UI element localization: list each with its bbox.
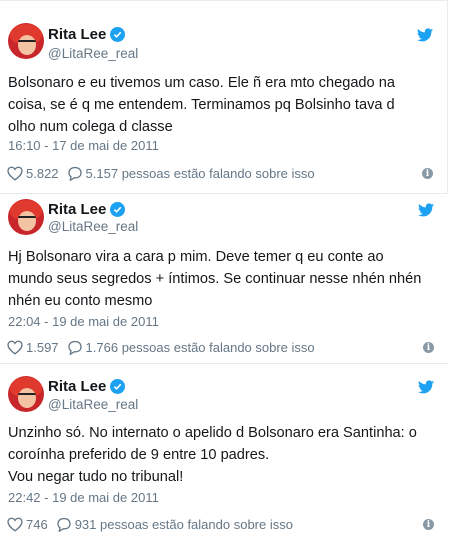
speech-bubble-icon (67, 166, 82, 181)
heart-icon (7, 166, 23, 181)
tweet-text-line: Vou negar tudo no tribunal! (8, 469, 184, 485)
author-handle[interactable]: @LitaRee_real (48, 219, 138, 234)
tweet-actions: 5.822 5.157 pessoas estão falando sobre … (7, 166, 433, 181)
author-name[interactable]: Rita Lee (48, 201, 106, 218)
tweet-feed: Rita Lee @LitaRee_real Bolsonaro e eu ti… (0, 0, 450, 554)
heart-icon (7, 340, 23, 355)
tweet-text: Hj Bolsonaro vira a cara p mim. Deve tem… (8, 246, 440, 312)
tweet-text-line: Unzinho só. No internato o apelido d Bol… (8, 425, 417, 441)
author-name[interactable]: Rita Lee (48, 378, 106, 395)
author-name[interactable]: Rita Lee (48, 26, 106, 43)
tweet-timestamp[interactable]: 22:42 - 19 de mai de 2011 (8, 490, 159, 505)
author-handle[interactable]: @LitaRee_real (48, 397, 138, 412)
tweet-actions: 746 931 pessoas estão falando sobre isso… (7, 517, 434, 532)
speech-bubble-icon (57, 517, 71, 532)
info-icon[interactable]: i (422, 168, 433, 179)
like-count: 746 (26, 517, 48, 532)
like-count: 1.597 (26, 340, 59, 355)
avatar[interactable] (8, 23, 44, 59)
tweet-text-line: mundo seus segredos + íntimos. Se contin… (8, 271, 422, 287)
tweet-timestamp[interactable]: 16:10 - 17 de mai de 2011 (8, 138, 159, 153)
heart-icon (7, 517, 23, 532)
tweet-text-line: coroínha preferido de 9 entre 10 padres. (8, 447, 270, 463)
info-icon[interactable]: i (423, 342, 434, 353)
twitter-bird-icon[interactable] (418, 380, 434, 394)
conversation-count: 931 pessoas estão falando sobre isso (74, 517, 293, 532)
tweet-card[interactable]: Rita Lee @LitaRee_real Bolsonaro e eu ti… (0, 0, 448, 193)
twitter-bird-icon[interactable] (418, 203, 434, 217)
tweet-card[interactable]: Rita Lee @LitaRee_real Hj Bolsonaro vira… (0, 193, 448, 363)
tweet-text: Unzinho só. No internato o apelido d Bol… (8, 422, 440, 488)
reply-button[interactable]: 1.766 pessoas estão falando sobre isso (67, 340, 315, 355)
tweet-text-line: Bolsonaro e eu tivemos um caso. Ele ñ er… (8, 75, 395, 91)
tweet-card[interactable]: Rita Lee @LitaRee_real Unzinho só. No in… (0, 363, 448, 554)
tweet-text-line: Hj Bolsonaro vira a cara p mim. Deve tem… (8, 249, 384, 265)
tweet-text-line: nhén eu conto mesmo (8, 293, 153, 309)
like-button[interactable]: 1.597 (7, 340, 59, 355)
avatar[interactable] (8, 199, 44, 235)
tweet-timestamp[interactable]: 22:04 - 19 de mai de 2011 (8, 314, 159, 329)
reply-button[interactable]: 931 pessoas estão falando sobre isso (56, 517, 293, 532)
tweet-actions: 1.597 1.766 pessoas estão falando sobre … (7, 340, 434, 355)
tweet-text-line: olho num colega d classe (8, 119, 173, 135)
avatar[interactable] (8, 376, 44, 412)
reply-button[interactable]: 5.157 pessoas estão falando sobre isso (67, 166, 315, 181)
verified-badge-icon (110, 27, 126, 42)
author-handle[interactable]: @LitaRee_real (48, 46, 138, 61)
info-icon[interactable]: i (423, 519, 434, 530)
verified-badge-icon (110, 202, 126, 217)
like-count: 5.822 (26, 166, 59, 181)
verified-badge-icon (110, 379, 126, 394)
tweet-text-line: coisa, se é q me entendem. Terminamos pq… (8, 97, 395, 113)
like-button[interactable]: 746 (7, 517, 48, 532)
speech-bubble-icon (67, 340, 82, 355)
like-button[interactable]: 5.822 (7, 166, 59, 181)
conversation-count: 5.157 pessoas estão falando sobre isso (85, 166, 315, 181)
twitter-bird-icon[interactable] (417, 28, 433, 42)
tweet-text: Bolsonaro e eu tivemos um caso. Ele ñ er… (8, 72, 439, 138)
conversation-count: 1.766 pessoas estão falando sobre isso (85, 340, 315, 355)
